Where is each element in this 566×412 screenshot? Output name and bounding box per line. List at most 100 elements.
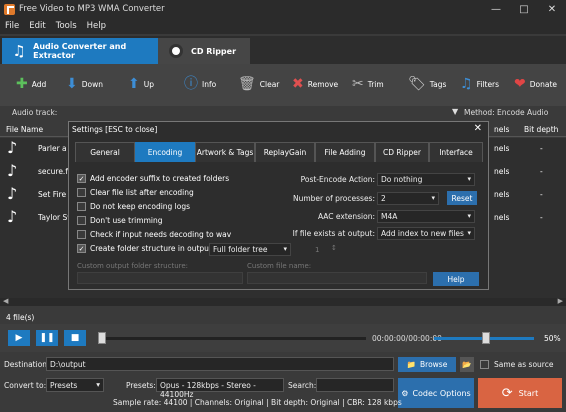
chevron-down-icon: ▾ [431, 194, 435, 202]
column-file-name[interactable]: File Name [6, 125, 43, 134]
browse-button[interactable]: 📁 Browse [398, 357, 456, 372]
maximize-icon[interactable]: □ [510, 0, 538, 18]
destination-label: Destination: [4, 360, 50, 369]
option-dont-use-trimming[interactable]: Don't use trimming [77, 216, 162, 225]
file-exists-select[interactable]: Add index to new files ▾ [377, 227, 475, 240]
remove-button[interactable]: ✖ Remove [292, 77, 338, 91]
option-add-encoder-suffix[interactable]: ✓ Add encoder suffix to created folders [77, 174, 229, 183]
post-encode-label: Post-Encode Action: [300, 175, 375, 184]
menu-help[interactable]: Help [82, 21, 111, 31]
trash-icon: 🗑 [238, 76, 256, 92]
file-bit-depth: - [540, 213, 543, 222]
custom-file-field [247, 272, 427, 284]
horizontal-scrollbar[interactable]: ◀ ▶ [0, 297, 566, 306]
start-button[interactable]: ⟳ Start [478, 378, 562, 408]
chevron-down-icon: ▾ [467, 175, 471, 183]
help-button[interactable]: Help [433, 272, 479, 286]
convert-to-select[interactable]: Presets ▾ [46, 378, 104, 392]
checkbox-create-folder-structure[interactable]: ✓ [77, 244, 86, 253]
checkbox-check-decoding[interactable] [77, 230, 86, 239]
info-button[interactable]: ⓘ Info [184, 77, 216, 91]
audio-track-row: Audio track: ▼ Method: Encode Audio [0, 106, 566, 120]
column-channels[interactable]: nels [494, 125, 509, 134]
seek-slider[interactable] [98, 332, 106, 344]
custom-output-label: Custom output folder structure: [77, 262, 189, 270]
close-icon[interactable]: ✕ [474, 123, 482, 134]
checkbox-clear-file-list[interactable] [77, 188, 86, 197]
menu-tools[interactable]: Tools [51, 21, 82, 31]
checkbox-dont-use-trimming[interactable] [77, 216, 86, 225]
pause-button[interactable]: ❚❚ [36, 330, 58, 346]
settings-dialog: Settings [ESC to close] ✕ General Encodi… [68, 121, 489, 290]
file-bit-depth: - [540, 190, 543, 199]
method-label[interactable]: Method: Encode Audio [464, 108, 548, 117]
search-input[interactable] [316, 378, 394, 392]
reset-button[interactable]: Reset [447, 191, 477, 205]
option-create-folder-structure[interactable]: ✓ Create folder structure in output [77, 244, 212, 253]
option-no-encoding-logs[interactable]: Do not keep encoding logs [77, 202, 190, 211]
checkbox-add-encoder-suffix[interactable]: ✓ [77, 174, 86, 183]
processes-select[interactable]: 2 ▾ [377, 192, 439, 205]
tab-interface[interactable]: Interface [429, 142, 483, 162]
menu-edit[interactable]: Edit [24, 21, 50, 31]
volume-slider[interactable] [482, 332, 490, 344]
tab-audio-converter[interactable]: ♫ Audio Converter and Extractor [2, 38, 158, 64]
down-button[interactable]: ⬇ Down [66, 77, 103, 91]
stop-button[interactable]: ■ [64, 330, 86, 346]
tab-replaygain[interactable]: ReplayGain [255, 142, 315, 162]
seek-track[interactable] [100, 337, 366, 340]
folder-tree-select[interactable]: Full folder tree ▾ [209, 243, 291, 256]
play-icon: ▶ [15, 333, 23, 343]
music-note-icon: ♫ [12, 42, 26, 60]
play-button[interactable]: ▶ [8, 330, 30, 346]
cd-icon [166, 41, 186, 61]
file-channels: nels [494, 213, 510, 222]
chevron-down-icon: ▾ [467, 212, 471, 220]
tab-cd-ripper[interactable]: CD Ripper [158, 38, 250, 64]
chevron-down-icon[interactable]: ▼ [452, 107, 458, 116]
start-label: Start [518, 388, 539, 398]
scroll-right-icon[interactable]: ▶ [558, 297, 563, 305]
option-label: Create folder structure in output [90, 244, 212, 253]
browse-label: Browse [420, 360, 448, 369]
menu-file[interactable]: File [0, 21, 24, 31]
trim-button[interactable]: ✂ Trim [352, 77, 384, 91]
folder-tree-value: Full folder tree [213, 245, 268, 254]
filters-button[interactable]: ♫ Filters [460, 77, 499, 91]
scroll-left-icon[interactable]: ◀ [3, 297, 8, 305]
window-title: Free Video to MP3 WMA Converter [19, 4, 165, 14]
volume-percent: 50% [544, 334, 561, 343]
tab-file-adding[interactable]: File Adding [315, 142, 375, 162]
tab-cd-ripper[interactable]: CD Ripper [375, 142, 429, 162]
folder-icon: 📁 [406, 360, 417, 369]
music-note-icon: ♪ [7, 184, 18, 203]
destination-field[interactable]: D:\output [46, 357, 394, 371]
convert-to-label: Convert to: [4, 381, 47, 390]
presets-select[interactable]: Opus - 128kbps - Stereo - 44100Hz [156, 378, 284, 399]
donate-button[interactable]: ❤ Donate [514, 77, 557, 91]
app-logo-icon [4, 3, 15, 15]
tab-encoding[interactable]: Encoding [135, 142, 195, 162]
pause-icon: ❚❚ [39, 333, 55, 343]
column-bit-depth[interactable]: Bit depth [524, 125, 558, 134]
minimize-icon[interactable]: — [482, 0, 510, 18]
close-icon[interactable]: ✕ [538, 0, 566, 18]
checkbox-no-encoding-logs[interactable] [77, 202, 86, 211]
post-encode-select[interactable]: Do nothing ▾ [377, 173, 475, 186]
aac-extension-select[interactable]: M4A ▾ [377, 210, 475, 223]
same-as-source-checkbox[interactable] [480, 360, 489, 369]
up-button[interactable]: ⬆ Up [128, 77, 154, 91]
tab-artwork-tags[interactable]: Artwork & Tags [195, 142, 255, 162]
open-folder-button[interactable]: 📂 [460, 357, 474, 372]
tab-cd-ripper-label: CD Ripper [191, 46, 237, 56]
add-button[interactable]: ✚ Add [16, 77, 46, 91]
tags-button[interactable]: 🏷 Tags [408, 77, 446, 91]
codec-options-button[interactable]: ⚙ Codec Options [398, 378, 474, 408]
option-clear-file-list[interactable]: Clear file list after encoding [77, 188, 194, 197]
tab-general[interactable]: General [75, 142, 135, 162]
option-check-decoding[interactable]: Check if input needs decoding to wav [77, 230, 231, 239]
clear-button[interactable]: 🗑 Clear [238, 77, 279, 91]
title-bar: Free Video to MP3 WMA Converter — □ ✕ [0, 0, 566, 18]
file-name: secure.fli [38, 167, 73, 176]
aac-extension-label: AAC extension: [317, 212, 375, 221]
